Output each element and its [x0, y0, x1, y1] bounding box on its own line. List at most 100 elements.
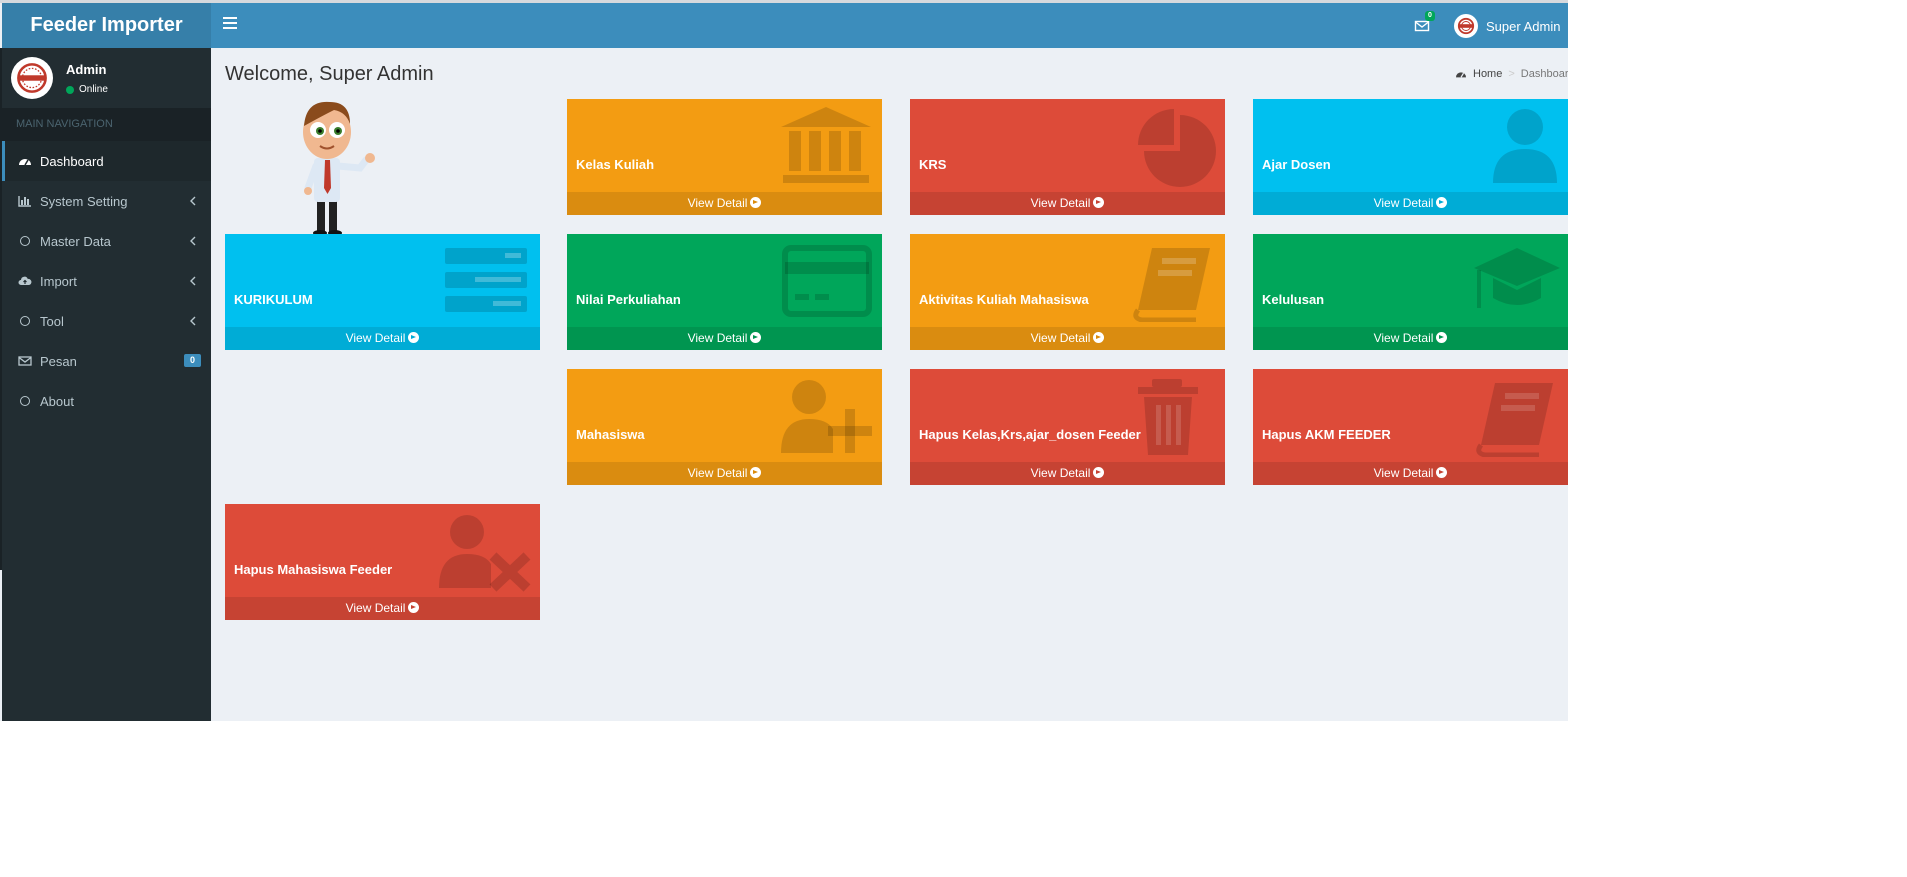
view-detail-link[interactable]: View Detail — [1253, 462, 1568, 485]
dashboard-icon — [18, 154, 32, 168]
top-navbar: 0 Super Admin — [211, 3, 1568, 48]
view-detail-label: View Detail — [687, 331, 748, 345]
institution-icon — [781, 107, 871, 183]
arrow-circle-right-icon — [750, 197, 762, 208]
chevron-left-icon — [190, 316, 196, 326]
panel-user-name: Admin — [66, 62, 107, 77]
page-title: Welcome, Super Admin — [225, 63, 434, 85]
view-detail-link[interactable]: View Detail — [910, 192, 1225, 215]
view-detail-label: View Detail — [1030, 331, 1091, 345]
view-detail-link[interactable]: View Detail — [1253, 327, 1568, 350]
arrow-circle-right-icon — [1436, 197, 1448, 208]
box-hapus-kelas-krs-ajar-dosen[interactable]: Hapus Kelas,Krs,ajar_dosen Feeder View D… — [910, 369, 1225, 485]
sidebar-item-dashboard[interactable]: Dashboard — [2, 141, 211, 181]
status-dot-icon — [66, 85, 74, 94]
sidebar-item-pesan[interactable]: Pesan 0 — [2, 341, 211, 381]
view-detail-link[interactable]: View Detail — [567, 327, 882, 350]
box-label: Kelulusan — [1262, 292, 1325, 307]
view-detail-label: View Detail — [1030, 466, 1091, 480]
arrow-circle-right-icon — [1436, 467, 1448, 478]
trash-icon — [1138, 379, 1198, 455]
box-mahasiswa[interactable]: Mahasiswa View Detail — [567, 369, 882, 485]
view-detail-link[interactable]: View Detail — [567, 462, 882, 485]
box-label: Hapus Kelas,Krs,ajar_dosen Feeder — [919, 427, 1141, 442]
app-root: Feeder Importer 0 Super Admin Admin Onli… — [0, 0, 1907, 877]
view-detail-label: View Detail — [345, 601, 406, 615]
view-detail-link[interactable]: View Detail — [910, 462, 1225, 485]
view-detail-link[interactable]: View Detail — [225, 327, 540, 350]
pesan-count-badge: 0 — [183, 354, 201, 367]
box-ajar-dosen[interactable]: Ajar Dosen View Detail — [1253, 99, 1568, 215]
sidebar-item-label: Tool — [40, 313, 64, 329]
box-krs[interactable]: KRS View Detail — [910, 99, 1225, 215]
view-detail-label: View Detail — [1373, 466, 1434, 480]
box-nilai-perkuliahan[interactable]: Nilai Perkuliahan View Detail — [567, 234, 882, 350]
mail-count-badge: 0 — [1425, 11, 1435, 21]
sidebar-item-label: System Setting — [40, 193, 128, 209]
view-detail-label: View Detail — [1373, 331, 1434, 345]
bar-chart-icon — [18, 194, 32, 208]
sidebar-item-master-data[interactable]: Master Data — [2, 221, 211, 261]
view-detail-label: View Detail — [687, 466, 748, 480]
sidebar-item-label: Dashboard — [40, 153, 104, 169]
app-logo[interactable]: Feeder Importer — [2, 3, 211, 48]
chevron-left-icon — [190, 276, 196, 286]
sidebar-item-import[interactable]: Import — [2, 261, 211, 301]
user-plus-icon — [781, 380, 872, 453]
envelope-icon — [18, 354, 32, 368]
arrow-circle-right-icon — [1093, 332, 1105, 343]
user-icon — [1493, 109, 1557, 183]
box-label: Mahasiswa — [576, 427, 645, 442]
arrow-circle-right-icon — [750, 332, 762, 343]
avatar — [1454, 14, 1478, 38]
breadcrumb-separator: > — [1508, 68, 1515, 80]
sidebar-item-about[interactable]: About — [2, 381, 211, 421]
sidebar-item-label: About — [40, 393, 74, 409]
box-hapus-mahasiswa-feeder[interactable]: Hapus Mahasiswa Feeder View Detail — [225, 504, 540, 620]
user-name: Super Admin — [1486, 18, 1561, 34]
box-kurikulum[interactable]: KURIKULUM View Detail — [225, 234, 540, 350]
box-hapus-akm-feeder[interactable]: Hapus AKM FEEDER View Detail — [1253, 369, 1568, 485]
sidebar-item-label: Master Data — [40, 233, 111, 249]
sidebar-item-label: Pesan — [40, 353, 77, 369]
user-panel: Admin Online — [2, 48, 211, 108]
cloud-upload-icon — [18, 274, 32, 288]
arrow-circle-right-icon — [1436, 332, 1448, 343]
sidebar-menu: Dashboard System Setting Master Data Imp… — [2, 141, 211, 421]
update-stamp-icon — [17, 63, 47, 93]
view-detail-label: View Detail — [687, 196, 748, 210]
arrow-circle-right-icon — [1093, 197, 1105, 208]
view-detail-link[interactable]: View Detail — [910, 327, 1225, 350]
nav-header: MAIN NAVIGATION — [2, 108, 211, 141]
box-label: KRS — [919, 157, 947, 172]
book-icon — [1476, 383, 1553, 457]
sidebar-item-system-setting[interactable]: System Setting — [2, 181, 211, 221]
sidebar-item-label: Import — [40, 273, 77, 289]
user-menu[interactable]: Super Admin — [1454, 12, 1560, 40]
sidebar-toggle-icon[interactable] — [223, 17, 237, 31]
box-aktivitas-kuliah-mahasiswa[interactable]: Aktivitas Kuliah Mahasiswa View Detail — [910, 234, 1225, 350]
view-detail-label: View Detail — [345, 331, 406, 345]
breadcrumb-current: Dashboard — [1520, 68, 1568, 80]
box-label: Kelas Kuliah — [576, 157, 655, 172]
view-detail-link[interactable]: View Detail — [567, 192, 882, 215]
mascot-illustration — [303, 101, 375, 236]
view-detail-label: View Detail — [1030, 196, 1091, 210]
box-label: Aktivitas Kuliah Mahasiswa — [919, 292, 1089, 307]
sidebar: Admin Online MAIN NAVIGATION Dashboard S… — [2, 48, 211, 721]
view-detail-label: View Detail — [1373, 196, 1434, 210]
box-label: Nilai Perkuliahan — [576, 292, 681, 307]
online-status: Online — [66, 84, 108, 95]
breadcrumb-home-link[interactable]: Home — [1473, 68, 1502, 80]
view-detail-link[interactable]: View Detail — [1253, 192, 1568, 215]
view-detail-link[interactable]: View Detail — [225, 597, 540, 620]
arrow-circle-right-icon — [408, 332, 420, 343]
box-kelas-kuliah[interactable]: Kelas Kuliah View Detail — [567, 99, 882, 215]
sidebar-item-tool[interactable]: Tool — [2, 301, 211, 341]
avatar — [11, 57, 53, 99]
user-times-icon — [439, 515, 531, 592]
box-kelulusan[interactable]: Kelulusan View Detail — [1253, 234, 1568, 350]
breadcrumb: Home > Dashboard — [1455, 68, 1568, 80]
arrow-circle-right-icon — [750, 467, 762, 478]
box-label: Ajar Dosen — [1262, 157, 1331, 172]
